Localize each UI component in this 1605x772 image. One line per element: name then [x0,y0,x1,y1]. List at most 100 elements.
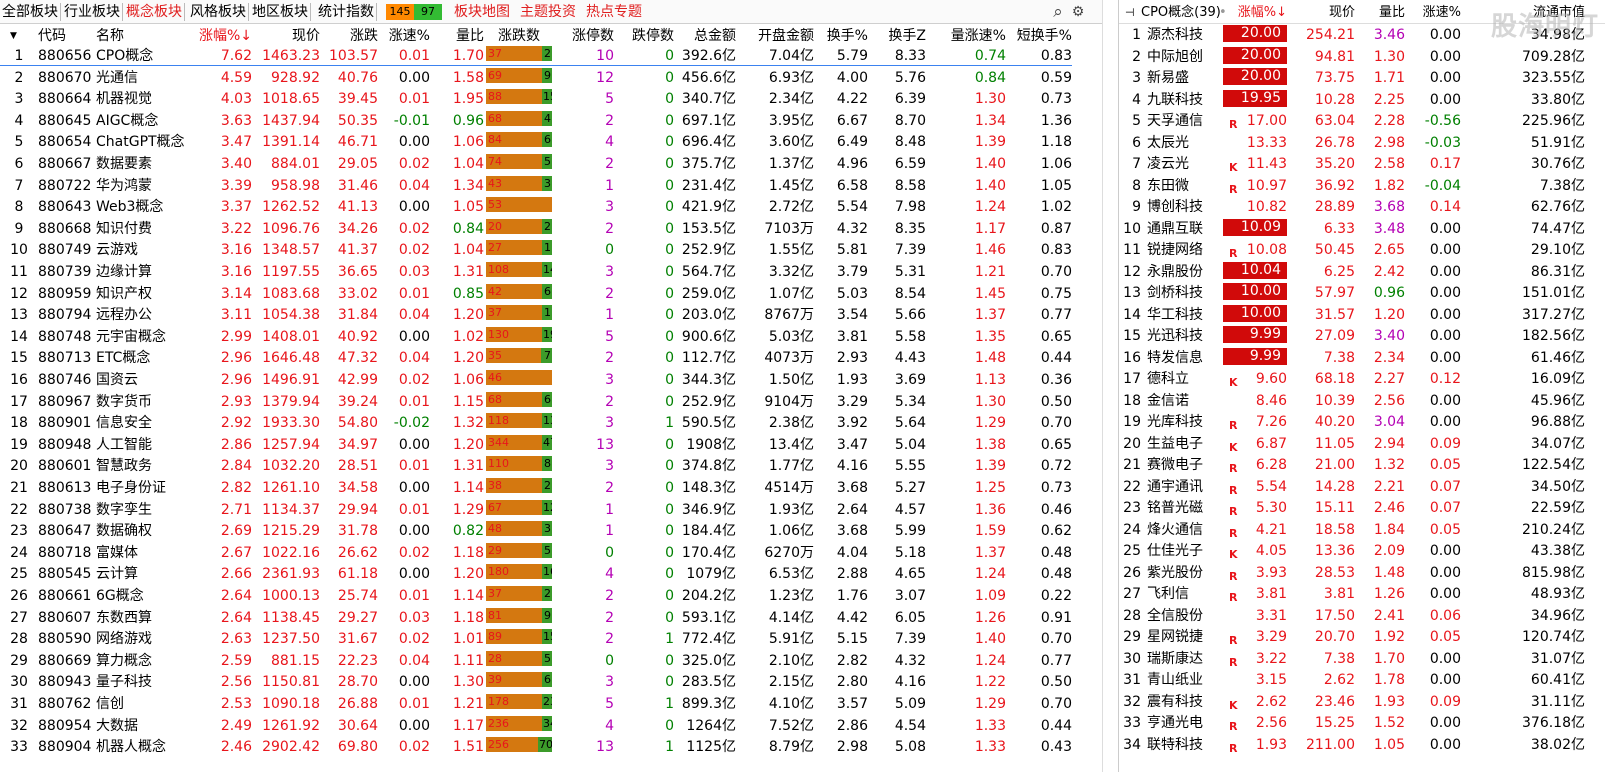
table-row[interactable]: 25 仕佳光子 K 4.05 13.36 2.09 0.00 43.38亿 [1119,541,1605,563]
table-row[interactable]: 24 烽火通信 R 4.21 18.58 1.84 0.05 210.24亿 [1119,520,1605,542]
left-header-1[interactable]: 名称 [96,24,188,48]
stock-name[interactable]: 特发信息 [1147,348,1227,370]
stock-name[interactable]: 凌云光 [1147,154,1227,176]
stock-name[interactable]: 天孚通信 [1147,111,1227,133]
stock-name[interactable]: 亨通光电 [1147,713,1227,735]
table-row[interactable]: 32 880954 大数据 2.49 1261.92 30.64 0.00 1.17 236 3 4… [0,715,1072,738]
left-header-15[interactable]: 短换手% [1006,24,1072,48]
table-row[interactable]: 23 880647 数据确权 2.69 1215.29 31.78 0.00 0.82 48 3 1… [0,521,1072,543]
stock-name[interactable]: 仕佳光子 [1147,541,1227,563]
right-header-0[interactable]: 涨幅%↓ [1231,2,1287,24]
table-row[interactable]: 18 金信诺 8.46 10.39 2.56 0.00 45.96亿 [1119,391,1605,413]
table-row[interactable]: 6 太辰光 13.33 26.78 2.98 -0.03 51.91亿 [1119,133,1605,155]
stock-name[interactable]: 星网锐捷 [1147,627,1227,649]
table-row[interactable]: 17 880967 数字货币 2.93 1379.94 39.24 0.01 1.15 68 6 2… [0,391,1072,414]
stock-name[interactable]: 联特科技 [1147,735,1227,757]
table-row[interactable]: 8 东田微 R 10.97 36.92 1.82 -0.04 7.38亿 [1119,176,1605,198]
left-header-13[interactable]: 换手Z [868,24,926,48]
stock-name[interactable]: 烽火通信 [1147,520,1227,542]
stock-name[interactable]: 飞利信 [1147,584,1227,606]
link-2[interactable]: 热点专题 [586,0,642,24]
table-row[interactable]: 5 880654 ChatGPT概念 3.47 1391.14 46.71 0.00 1.06… [0,132,1072,154]
right-header-2[interactable]: 量比 [1355,2,1405,24]
stock-name[interactable]: 德科立 [1147,369,1227,391]
table-row[interactable]: 29 880669 算力概念 2.59 881.15 22.23 0.04 1.11 28 5 0 0… [0,650,1072,673]
search-icon[interactable]: ⌕ [1050,4,1066,21]
table-row[interactable]: 15光迅科技R9.9927.093.400.00182.56亿 [1119,326,1605,348]
table-row[interactable]: 15 880713 ETC概念 2.96 1646.48 47.32 0.04 1.20 35 7… [0,348,1072,370]
table-row[interactable]: 27 880607 东数西算 2.64 1138.45 29.27 0.03 1.18 81 9 2… [0,607,1072,630]
table-row[interactable]: 16特发信息R9.997.382.340.0061.46亿 [1119,347,1605,370]
table-row[interactable]: 19 880948 人工智能 2.86 1257.94 34.97 0.00 1.20 344 4… [0,434,1072,457]
table-row[interactable]: 4九联科技K19.9510.282.250.0033.80亿 [1119,89,1605,112]
panel-splitter[interactable] [1102,0,1118,772]
table-row[interactable]: 24 880718 富媒体 2.67 1022.16 26.62 0.02 1.18 29 5 0 0… [0,542,1072,565]
table-row[interactable]: 31 青山纸业 3.15 2.62 1.78 0.00 60.41亿 [1119,670,1605,692]
stock-name[interactable]: 通宇通讯 [1147,477,1227,499]
table-row[interactable]: 8 880643 Web3概念 3.37 1262.52 41.13 0.00 1.05 53 3… [0,197,1072,219]
table-row[interactable]: 28880590网络游戏2.631237.5031.670.021.018915… [0,629,1072,651]
stock-name[interactable]: 全信股份 [1147,606,1227,628]
table-row[interactable]: 11 880739 边缘计算 3.16 1197.55 36.65 0.03 1.31 108 1… [0,262,1072,284]
table-row[interactable]: 3新易盛R20.0073.751.710.00323.55亿 [1119,68,1605,90]
table-row[interactable]: 1源杰科技K20.00254.213.460.0034.98亿 [1119,25,1605,47]
table-row[interactable]: 33 880904 机器人概念 2.46 2902.42 69.80 0.02 1.51 256… [0,737,1072,759]
table-row[interactable]: 34 联特科技 R 1.93 211.00 1.05 0.00 38.02亿 [1119,735,1605,757]
stock-name[interactable]: 永鼎股份 [1147,262,1227,284]
stock-name[interactable]: 光库科技 [1147,412,1227,434]
tab-0[interactable]: 全部板块 [0,0,60,24]
stock-name[interactable]: 新易盛 [1147,68,1227,90]
stock-name[interactable]: 剑桥科技 [1147,283,1227,305]
right-header-4[interactable]: 流通市值 [1461,2,1585,24]
table-row[interactable]: 2中际旭创R20.0094.811.300.00709.28亿 [1119,46,1605,69]
tab-5[interactable]: 统计指数 [316,0,376,24]
table-row[interactable]: 26 紫光股份 R 3.93 28.53 1.48 0.00 815.98亿 [1119,563,1605,585]
left-header-8[interactable]: 涨停数 [554,24,614,48]
stock-name[interactable]: 九联科技 [1147,90,1227,112]
left-header-9[interactable]: 跌停数 [614,24,674,48]
table-row[interactable]: 12永鼎股份R10.046.252.420.0086.31亿 [1119,261,1605,284]
left-header-7[interactable]: 涨跌数 [486,24,552,48]
table-row[interactable]: 1 880656 CPO概念 7.62 1463.23 103.57 0.01 1.70 37 2… [0,46,1072,68]
left-header-5[interactable]: 涨速% [378,24,430,48]
stock-name[interactable]: 锐捷网络 [1147,240,1227,262]
stock-name[interactable]: 赛微电子 [1147,455,1227,477]
left-header-11[interactable]: 开盘金额 [736,24,814,48]
left-header-0[interactable]: 代码 [38,24,96,48]
table-row[interactable]: 9 博创科技 10.82 28.89 3.68 0.14 62.76亿 [1119,197,1605,219]
link-1[interactable]: 主题投资 [520,0,576,24]
left-header-2[interactable]: 涨幅%↓ [188,24,252,48]
right-header-1[interactable]: 现价 [1295,2,1355,24]
table-row[interactable]: 29 星网锐捷 R 3.29 20.70 1.92 0.05 120.74亿 [1119,627,1605,649]
table-row[interactable]: 30 880943 量子科技 2.56 1150.81 28.70 0.00 1.30 39 6 3… [0,672,1072,694]
table-row[interactable]: 32 震有科技 K 2.62 23.46 1.93 0.09 31.11亿 [1119,692,1605,714]
stock-name[interactable]: 中际旭创 [1147,47,1227,69]
collapse-icon[interactable]: ⊣ [1125,2,1135,24]
table-row[interactable]: 31 880762信创 2.53 1090.18 26.88 0.01 1.21 178 23 5… [0,694,1072,716]
table-row[interactable]: 22 通宇通讯 R 5.54 14.28 2.21 0.07 34.50亿 [1119,477,1605,499]
stock-name[interactable]: 青山纸业 [1147,670,1227,692]
table-row[interactable]: 16 880746 国资云 2.96 1496.91 42.99 0.02 1.06 46 3 0 3… [0,370,1072,392]
table-row[interactable]: 23 铭普光磁 R 5.30 15.11 2.46 0.07 22.59亿 [1119,498,1605,520]
tab-3[interactable]: 风格板块 [188,0,248,24]
left-header-12[interactable]: 换手% [814,24,868,48]
table-row[interactable]: 7 凌云光 K 11.43 35.20 2.58 0.17 30.76亿 [1119,154,1605,176]
stock-name[interactable]: 紫光股份 [1147,563,1227,585]
gear-icon[interactable]: ⚙ [1070,4,1086,20]
left-header-6[interactable]: 量比 [430,24,484,48]
left-header-4[interactable]: 涨跌 [320,24,378,48]
tab-4[interactable]: 地区板块 [250,0,310,24]
stock-name[interactable]: 瑞斯康达 [1147,649,1227,671]
stock-name[interactable]: 铭普光磁 [1147,498,1227,520]
table-row[interactable]: 27 飞利信 R 3.81 3.81 1.26 0.00 48.93亿 [1119,584,1605,606]
table-row[interactable]: 21 880613 电子身份证 2.82 1261.10 34.58 0.00 1.14 38 2… [0,478,1072,500]
table-row[interactable]: 20 生益电子 K 6.87 11.05 2.94 0.09 34.07亿 [1119,434,1605,456]
link-0[interactable]: 板块地图 [454,0,510,24]
stock-name[interactable]: 震有科技 [1147,692,1227,714]
table-row[interactable]: 7 880722 华为鸿蒙 3.39 958.98 31.46 0.04 1.34 43 3 1 0 2… [0,175,1072,198]
table-row[interactable]: 13 880794 远程办公 3.11 1054.38 31.84 0.04 1.20 37 1 1… [0,305,1072,327]
table-row[interactable]: 6 880667 数据要素 3.40 884.01 29.05 0.02 1.04 74 5 2 0 3… [0,154,1072,176]
table-row[interactable]: 12 880959 知识产权 3.14 1083.68 33.02 0.01 0.85 42 6 2… [0,283,1072,306]
table-row[interactable]: 30 瑞斯康达 R 3.22 7.38 1.70 0.00 31.07亿 [1119,649,1605,671]
table-row[interactable]: 18 880901 信息安全 2.92 1933.30 54.80 -0.02 1.32 118… [0,413,1072,435]
